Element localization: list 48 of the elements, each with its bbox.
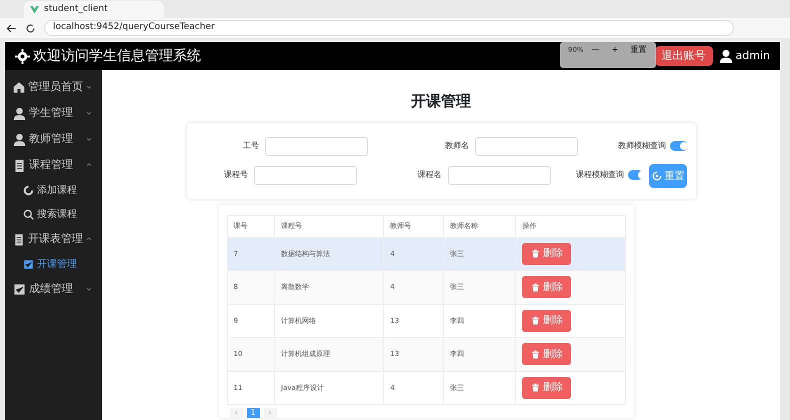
sidebar-item[interactable]: 管理员首页 (5, 74, 102, 100)
sidebar-item[interactable]: 学生管理 (5, 100, 102, 126)
page-title: 开课管理 (411, 91, 471, 112)
input-field[interactable] (448, 166, 551, 184)
toggle-switch[interactable] (670, 141, 688, 151)
logout-button[interactable]: 退出账号 (654, 46, 713, 66)
trash-icon (530, 282, 540, 292)
sidebar-item[interactable]: 开课表管理 (5, 226, 102, 252)
search-icon (23, 208, 34, 220)
zoom-out-button[interactable]: — (592, 45, 600, 55)
refresh-icon (652, 171, 662, 181)
trash-icon (530, 383, 540, 392)
field-label: 工号 (242, 140, 259, 152)
field-label: 课程名 (416, 169, 442, 181)
trash-icon (530, 249, 540, 258)
home-icon (13, 80, 25, 94)
reload-icon (25, 22, 36, 34)
url-text: localhost:9452/queryCourseTeacher (53, 21, 215, 34)
checkbox-icon (23, 258, 34, 270)
sidebar-item[interactable]: 教师管理 (5, 126, 102, 152)
app-title: 欢迎访问学生信息管理系统 (33, 46, 201, 66)
trash-icon (530, 350, 540, 359)
zoom-reset-button[interactable]: 重置 (630, 45, 646, 55)
back-icon (6, 22, 17, 34)
field-label: 课程号 (223, 169, 248, 181)
sidebar-item[interactable]: 成绩管理 (5, 276, 102, 302)
document-icon (13, 158, 26, 172)
input-field[interactable] (474, 136, 578, 156)
toggle-switch[interactable] (628, 170, 643, 180)
input-field[interactable] (264, 136, 368, 156)
checkbox-icon (13, 282, 26, 296)
field-label: 教师名 (444, 140, 469, 152)
sidebar-subitem[interactable]: 开课管理 (5, 252, 102, 276)
user-icon (718, 49, 733, 63)
input-field[interactable] (254, 166, 358, 184)
switch-label: 课程模糊查询 (575, 169, 624, 181)
sidebar-subitem[interactable]: 搜索课程 (5, 202, 102, 226)
document-icon (13, 232, 25, 246)
sidebar-item[interactable]: 课程管理 (5, 152, 102, 178)
person-icon (13, 106, 26, 120)
person-icon (13, 132, 26, 146)
zoom-in-button[interactable]: + (612, 45, 618, 55)
vue-logo-icon (30, 5, 39, 14)
username: admin (736, 48, 770, 64)
address-bar[interactable]: localhost:9452/queryCourseTeacher (44, 20, 734, 36)
switch-label: 教师模糊查询 (617, 140, 666, 152)
sidebar-subitem[interactable]: 添加课程 (5, 178, 102, 202)
trash-icon (530, 316, 540, 326)
